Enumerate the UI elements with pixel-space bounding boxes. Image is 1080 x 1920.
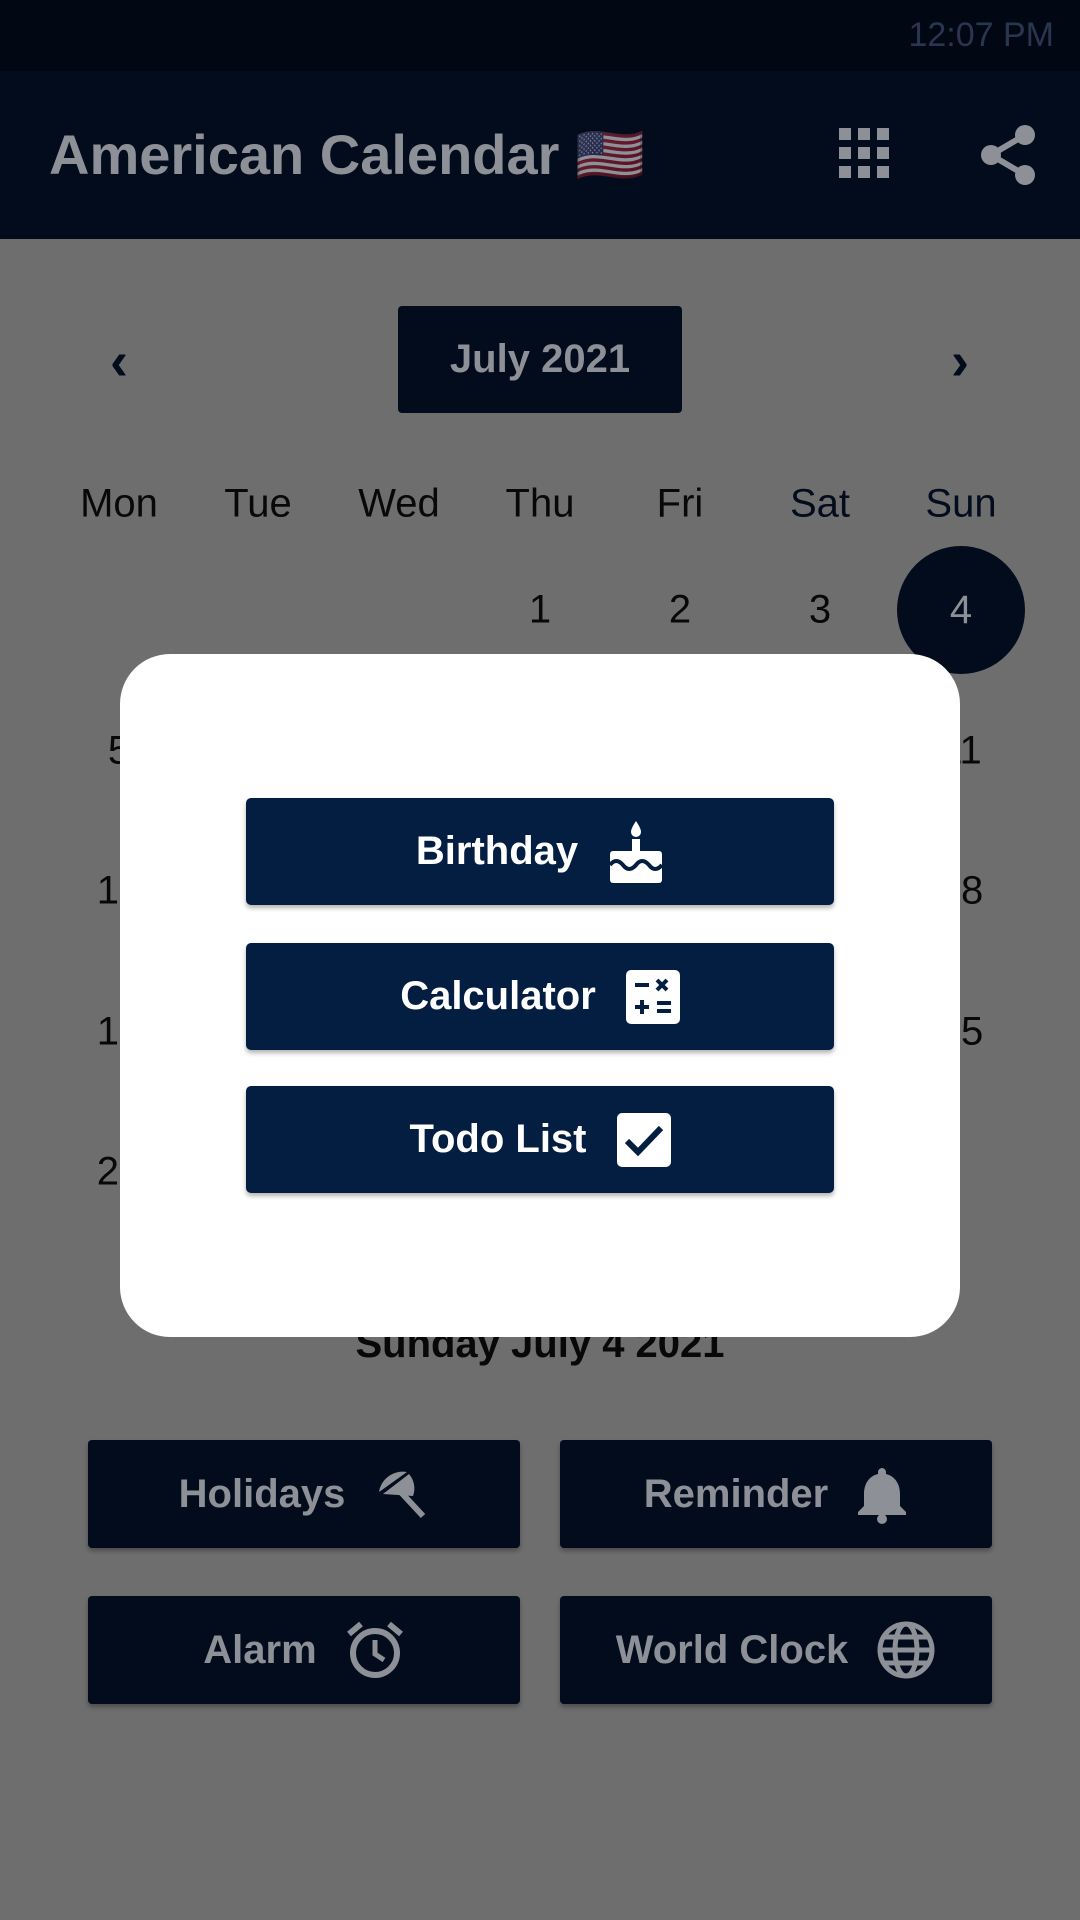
- weekday-header: Fri: [656, 481, 704, 526]
- calculator-label: Calculator: [400, 974, 596, 1018]
- day-cell[interactable]: 3: [760, 588, 880, 633]
- calculator-button[interactable]: Calculator: [246, 943, 834, 1050]
- apps-grid-icon[interactable]: [838, 127, 890, 179]
- weekday-header: Thu: [505, 481, 575, 526]
- birthday-cake-icon: [608, 820, 664, 883]
- tools-dialog: Birthday Calculator Todo List: [120, 654, 960, 1337]
- checkbox-icon: [616, 1112, 671, 1167]
- calculator-icon: [625, 969, 680, 1024]
- birthday-button[interactable]: Birthday: [246, 798, 834, 905]
- reminder-button[interactable]: Reminder: [560, 1440, 992, 1548]
- share-icon[interactable]: [978, 125, 1038, 185]
- beach-umbrella-icon: [379, 1471, 426, 1519]
- app-bar: American Calendar 🇺🇸: [0, 71, 1080, 239]
- app-title: American Calendar 🇺🇸: [49, 123, 645, 186]
- todo-list-button[interactable]: Todo List: [246, 1086, 834, 1193]
- us-flag-icon: 🇺🇸: [575, 123, 645, 186]
- weekday-header: Sat: [789, 481, 851, 526]
- weekday-header: Wed: [358, 481, 440, 526]
- world-clock-button[interactable]: World Clock: [560, 1596, 992, 1704]
- todo-list-label: Todo List: [409, 1117, 587, 1161]
- status-bar: 12:07 PM: [0, 0, 1080, 71]
- alarm-label: Alarm: [203, 1627, 317, 1672]
- weekday-header: Sun: [925, 481, 997, 526]
- day-cell[interactable]: 2: [620, 588, 740, 633]
- holidays-button[interactable]: Holidays: [88, 1440, 520, 1548]
- bell-icon: [858, 1468, 907, 1524]
- month-picker-button[interactable]: July 2021: [398, 306, 682, 413]
- status-time: 12:07 PM: [908, 16, 1054, 54]
- reminder-label: Reminder: [643, 1471, 829, 1516]
- holidays-label: Holidays: [178, 1471, 346, 1516]
- day-cell[interactable]: 1: [480, 588, 600, 633]
- next-month-button[interactable]: ›: [930, 330, 990, 392]
- alarm-button[interactable]: Alarm: [88, 1596, 520, 1704]
- prev-month-button[interactable]: ‹: [89, 330, 149, 392]
- weekday-header: Tue: [224, 481, 292, 526]
- world-clock-label: World Clock: [615, 1627, 849, 1672]
- globe-icon: [877, 1621, 935, 1679]
- alarm-clock-icon: [346, 1621, 403, 1678]
- weekday-header: Mon: [80, 481, 158, 526]
- birthday-label: Birthday: [415, 829, 579, 873]
